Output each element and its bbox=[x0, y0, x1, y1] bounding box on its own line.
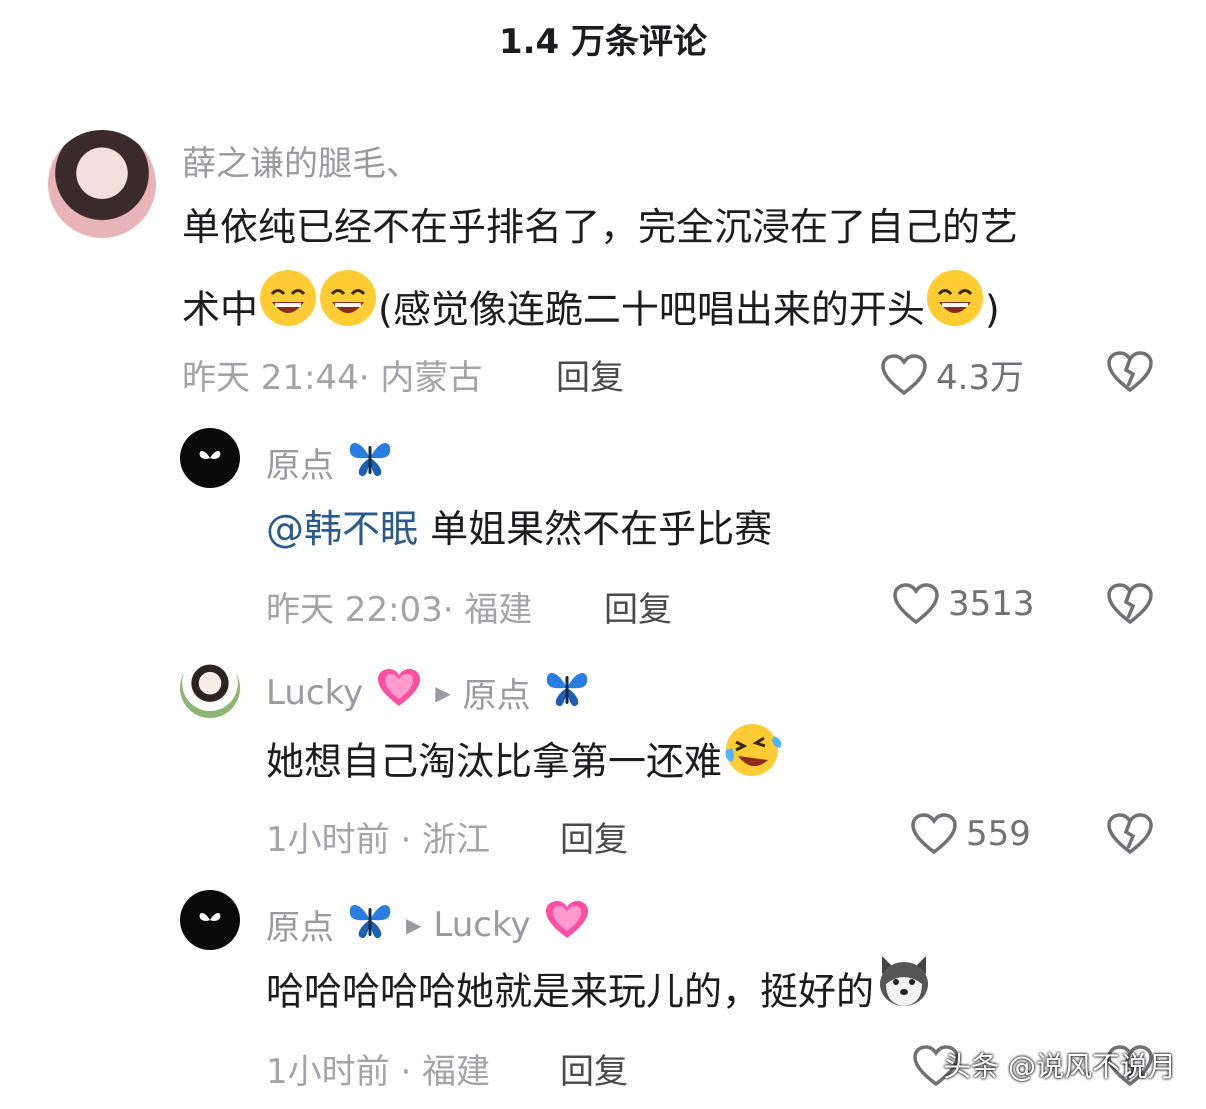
username[interactable]: Lucky ▶ 原点 bbox=[266, 666, 591, 719]
like-count: 3513 bbox=[948, 584, 1035, 624]
grin-emoji bbox=[925, 268, 985, 356]
comment-text: 她想自己淘汰比拿第一还难 bbox=[266, 720, 782, 808]
avatar[interactable] bbox=[48, 130, 156, 238]
comment-time-location: 昨天 22:03· 福建 bbox=[266, 590, 533, 630]
mention-link[interactable]: @韩不眠 bbox=[266, 507, 418, 551]
reply-button[interactable]: 回复 bbox=[560, 812, 628, 861]
comment-time-location: 1小时前 · 福建 bbox=[266, 1052, 491, 1092]
heart-outline-icon bbox=[881, 353, 927, 395]
dislike-button[interactable] bbox=[1106, 582, 1154, 630]
broken-heart-icon bbox=[1107, 583, 1153, 625]
watermark: 头条 @说风不说月 bbox=[943, 1050, 1176, 1083]
laughing-tears-emoji bbox=[722, 720, 782, 808]
heart-outline-icon bbox=[893, 583, 939, 625]
comment-time-location: 昨天 21:44· 内蒙古 bbox=[182, 358, 483, 398]
grin-emoji bbox=[318, 268, 378, 356]
comment-text: 哈哈哈哈哈她就是来玩儿的，挺好的 bbox=[266, 950, 934, 1038]
reply-arrow-icon: ▶ bbox=[406, 912, 422, 937]
comment-time-location: 1小时前 · 浙江 bbox=[266, 820, 491, 860]
husky-emoji bbox=[874, 950, 934, 1038]
username[interactable]: 原点 bbox=[266, 436, 394, 489]
avatar[interactable] bbox=[180, 890, 240, 950]
dislike-button[interactable] bbox=[1106, 350, 1154, 398]
pink-heart-emoji bbox=[543, 898, 591, 951]
reply-button[interactable]: 回复 bbox=[560, 1044, 628, 1093]
comment-text: @韩不眠 单姐果然不在乎比赛 bbox=[266, 507, 773, 551]
broken-heart-icon bbox=[1107, 813, 1153, 855]
pink-heart-emoji bbox=[375, 666, 423, 719]
butterfly-emoji bbox=[346, 898, 394, 951]
username[interactable]: 原点 ▶ Lucky bbox=[266, 898, 591, 951]
avatar[interactable] bbox=[180, 658, 240, 718]
broken-heart-icon bbox=[1107, 351, 1153, 393]
reply-to-username[interactable]: 原点 bbox=[463, 668, 531, 717]
like-button[interactable]: 3513 bbox=[892, 582, 1035, 626]
username[interactable]: 薛之谦的腿毛、 bbox=[182, 136, 420, 185]
grin-emoji bbox=[258, 268, 318, 356]
butterfly-emoji bbox=[346, 436, 394, 489]
reply-to-username[interactable]: Lucky bbox=[433, 905, 530, 945]
butterfly-emoji bbox=[543, 666, 591, 719]
like-count: 559 bbox=[966, 814, 1031, 854]
heart-outline-icon bbox=[911, 813, 957, 855]
reply-arrow-icon: ▶ bbox=[435, 680, 451, 705]
like-count: 4.3万 bbox=[936, 358, 1025, 398]
reply-button[interactable]: 回复 bbox=[604, 582, 672, 631]
reply-button[interactable]: 回复 bbox=[556, 350, 624, 399]
avatar[interactable] bbox=[180, 428, 240, 488]
like-button[interactable]: 559 bbox=[910, 812, 1031, 856]
comment-text: 单依纯已经不在乎排名了，完全沉浸在了自己的艺 术中 (感觉像连跪二十吧唱出来的开头… bbox=[182, 186, 1172, 356]
comments-count-title: 1.4 万条评论 bbox=[498, 22, 708, 62]
dislike-button[interactable] bbox=[1106, 812, 1154, 860]
like-button[interactable]: 4.3万 bbox=[880, 350, 1024, 399]
